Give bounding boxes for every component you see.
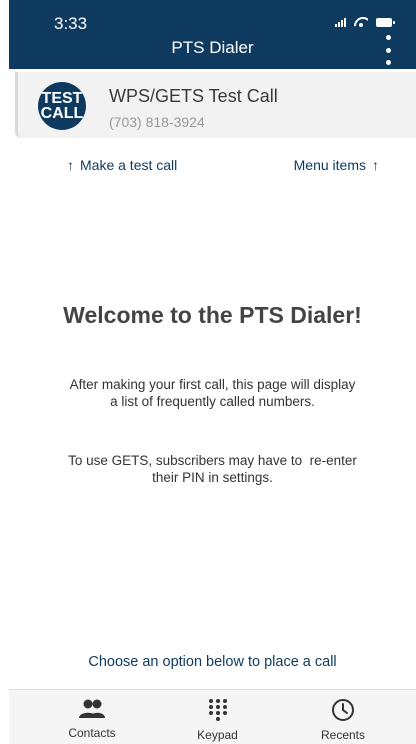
- app-title: PTS Dialer: [171, 38, 254, 57]
- tab-contacts[interactable]: Contacts: [42, 690, 142, 744]
- badge-line1: TEST: [41, 90, 83, 107]
- battery-icon: [376, 17, 395, 27]
- badge-line2: CALL: [40, 105, 84, 122]
- arrow-up-icon: ↑: [372, 157, 379, 173]
- make-test-call-hint: ↑ Make a test call: [61, 157, 177, 173]
- tab-recents[interactable]: Recents: [293, 690, 393, 744]
- app-header: 3:33 PTS Dialer: [9, 0, 416, 69]
- arrow-up-icon: ↑: [67, 157, 74, 173]
- test-call-number: (703) 818-3924: [109, 114, 205, 130]
- welcome-heading: Welcome to the PTS Dialer!: [63, 302, 362, 328]
- tab-contacts-label: Contacts: [68, 726, 116, 740]
- test-call-badge: TEST CALL: [38, 82, 86, 130]
- menu-items-hint: Menu items ↑: [294, 157, 385, 173]
- test-call-name: WPS/GETS Test Call: [109, 86, 278, 106]
- signal-icon: [335, 17, 346, 27]
- wifi-icon: [354, 17, 368, 27]
- more-menu-icon[interactable]: [382, 35, 394, 65]
- tab-keypad-label: Keypad: [197, 728, 238, 742]
- bottom-tab-bar: Contacts Keypad Recents: [9, 689, 416, 744]
- gets-pin-info-line1: To use GETS, subscribers may have to re-…: [68, 453, 357, 468]
- keypad-icon: [207, 698, 229, 722]
- contacts-icon: [77, 698, 107, 720]
- menu-items-label: Menu items: [293, 157, 366, 173]
- tab-recents-label: Recents: [320, 728, 366, 742]
- first-call-info: After making your first call, this page …: [9, 376, 416, 410]
- tab-keypad[interactable]: Keypad: [168, 690, 268, 744]
- recents-icon: [331, 698, 355, 722]
- status-icons: [335, 17, 395, 27]
- gets-pin-info: To use GETS, subscribers may have to re-…: [9, 452, 416, 486]
- test-call-item[interactable]: TEST CALL WPS/GETS Test Call (703) 818-3…: [15, 72, 416, 138]
- first-call-info-line1: After making your first call, this page …: [69, 377, 356, 392]
- make-test-call-label: Make a test call: [80, 157, 178, 173]
- status-time: 3:33: [54, 14, 88, 33]
- first-call-info-line2: a list of frequently called numbers.: [110, 394, 315, 409]
- gets-pin-info-line2: their PIN in settings.: [152, 470, 273, 485]
- choose-option-text: Choose an option below to place a call: [88, 654, 337, 670]
